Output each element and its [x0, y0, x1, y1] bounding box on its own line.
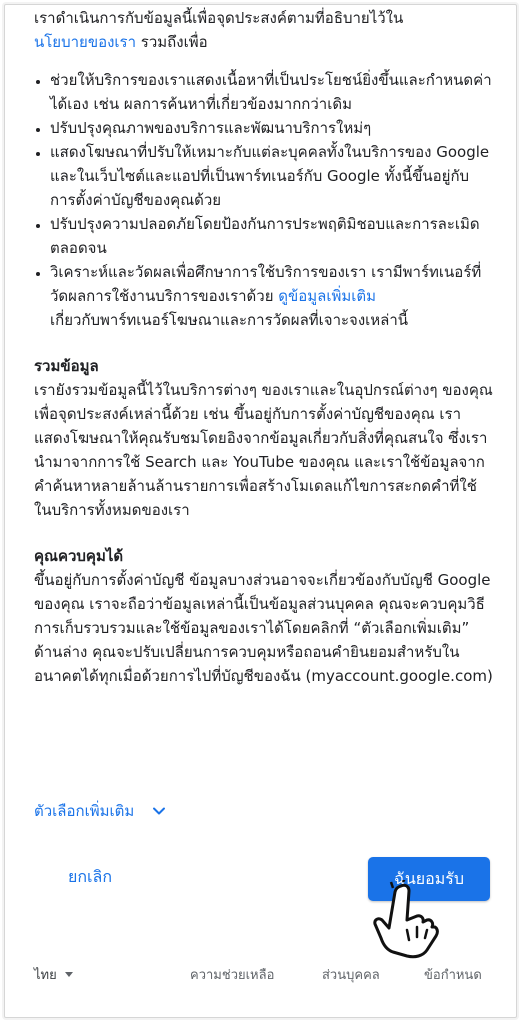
intro-paragraph: เราดำเนินการกับข้อมูลนี้เพื่อจุดประสงค์ต… — [34, 6, 494, 54]
more-options-label: ตัวเลือกเพิ่มเติม — [34, 802, 135, 820]
combine-body: เรายังรวมข้อมูลนี้ไว้ในบริการต่างๆ ของเร… — [34, 381, 493, 519]
control-heading: คุณควบคุมได้ — [34, 547, 124, 565]
caret-down-icon — [64, 972, 73, 977]
list-item: แสดงโฆษณาที่ปรับให้เหมาะกับแต่ละบุคคลทั้… — [50, 140, 494, 212]
learn-more-link[interactable]: ดูข้อมูลเพิ่มเติม — [278, 287, 376, 305]
privacy-policy-link[interactable]: นโยบายของเรา — [34, 33, 136, 51]
list-item: ปรับปรุงความปลอดภัยโดยป้องกันการประพฤติม… — [50, 212, 494, 260]
list-item-text: วิเคราะห์และวัดผลเพื่อศึกษาการใช้บริการข… — [50, 263, 482, 305]
cancel-button[interactable]: ยกเลิก — [50, 862, 130, 892]
terms-link[interactable]: ข้อกำหนด — [424, 964, 482, 985]
more-options-toggle[interactable]: ตัวเลือกเพิ่มเติม — [34, 797, 166, 825]
list-item-suffix: เกี่ยวกับพาร์ทเนอร์โฆษณาและการวัดผลที่เจ… — [50, 311, 409, 329]
language-selector[interactable]: ไทย — [34, 964, 73, 985]
consent-content: เราดำเนินการกับข้อมูลนี้เพื่อจุดประสงค์ต… — [34, 6, 494, 688]
pointing-hand-icon — [373, 880, 439, 959]
list-item: ช่วยให้บริการของเราแสดงเนื้อหาที่เป็นประ… — [50, 68, 494, 116]
help-link[interactable]: ความช่วยเหลือ — [190, 964, 274, 985]
chevron-down-icon — [153, 807, 166, 815]
intro-suffix: รวมถึงเพื่อ — [136, 33, 208, 51]
list-item: วิเคราะห์และวัดผลเพื่อศึกษาการใช้บริการข… — [50, 260, 494, 332]
privacy-link[interactable]: ส่วนบุคคล — [322, 964, 380, 985]
language-label: ไทย — [34, 968, 57, 983]
intro-text: เราดำเนินการกับข้อมูลนี้เพื่อจุดประสงค์ต… — [34, 9, 404, 27]
list-item: ปรับปรุงคุณภาพของบริการและพัฒนาบริการใหม… — [50, 116, 494, 140]
purpose-list: ช่วยให้บริการของเราแสดงเนื้อหาที่เป็นประ… — [34, 68, 494, 332]
footer: ไทย ความช่วยเหลือ ส่วนบุคคล ข้อกำหนด — [0, 958, 523, 988]
combine-heading: รวมข้อมูล — [34, 357, 99, 375]
control-body: ขึ้นอยู่กับการตั้งค่าบัญชี ข้อมูลบางส่วน… — [34, 571, 493, 685]
